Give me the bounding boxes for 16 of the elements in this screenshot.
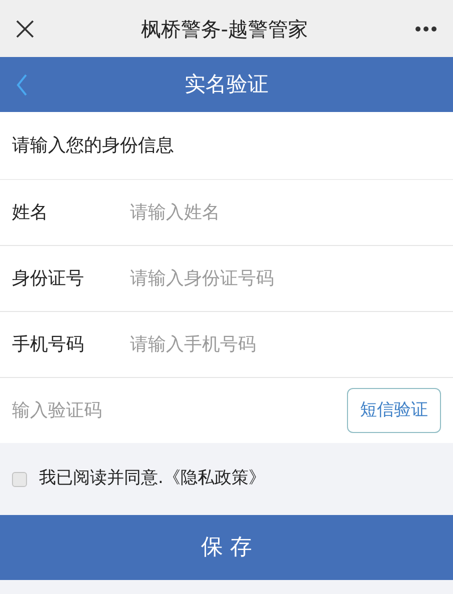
- agreement-text: 我已阅读并同意.《隐私政策》: [39, 467, 266, 490]
- field-label: 手机号码: [12, 333, 85, 357]
- input-field[interactable]: 请输入身份证号码: [130, 265, 441, 292]
- field-label: 姓名: [12, 201, 49, 225]
- close-icon[interactable]: [16, 20, 34, 38]
- window-title: 枫桥警务-越警管家: [140, 16, 308, 42]
- save-button[interactable]: 保 存: [0, 515, 453, 580]
- page-title: 实名验证: [184, 70, 268, 98]
- code-field[interactable]: 输入验证码: [12, 397, 347, 424]
- input-field[interactable]: 请输入手机号码: [130, 331, 441, 358]
- sms-verify-button[interactable]: 短信验证: [347, 388, 441, 433]
- agree-checkbox[interactable]: [12, 472, 27, 486]
- input-field[interactable]: 请输入姓名: [130, 199, 441, 226]
- field-label: 身份证号: [12, 267, 85, 291]
- section-title: 请输入您的身份信息: [12, 134, 174, 158]
- more-icon[interactable]: [415, 26, 437, 32]
